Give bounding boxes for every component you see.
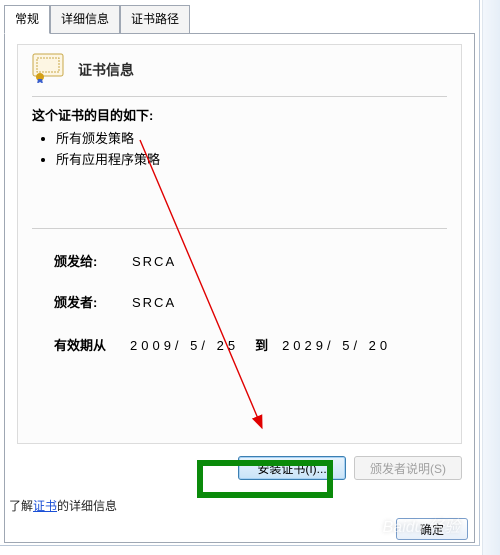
valid-to-label: 到 bbox=[255, 335, 268, 354]
issued-by-label: 颁发者: bbox=[54, 292, 126, 311]
issued-by-value: SRCA bbox=[132, 295, 176, 310]
certificate-info-panel: 证书信息 这个证书的目的如下: 所有颁发策略 所有应用程序策略 颁发给: SRC… bbox=[17, 44, 462, 444]
ok-button[interactable]: 确定 bbox=[396, 518, 468, 540]
valid-to-value: 2029/ 5/ 20 bbox=[282, 338, 391, 353]
tab-bar: 常规 详细信息 证书路径 bbox=[4, 4, 479, 33]
learn-more-suffix: 的详细信息 bbox=[57, 499, 117, 513]
valid-from-label: 有效期从 bbox=[54, 335, 126, 354]
tab-general[interactable]: 常规 bbox=[4, 5, 50, 34]
purpose-list: 所有颁发策略 所有应用程序策略 bbox=[56, 128, 447, 168]
action-button-row: 安装证书(I)... 颁发者说明(S) bbox=[5, 456, 474, 480]
cert-info-title: 证书信息 bbox=[78, 60, 134, 80]
learn-more-prefix: 了解 bbox=[9, 499, 33, 513]
purpose-item: 所有应用程序策略 bbox=[56, 149, 447, 168]
certificate-icon bbox=[32, 53, 68, 86]
tab-certpath[interactable]: 证书路径 bbox=[120, 5, 190, 34]
adjacent-window-edge bbox=[482, 0, 500, 555]
valid-from-value: 2009/ 5/ 25 bbox=[130, 338, 239, 353]
issued-to-label: 颁发给: bbox=[54, 251, 126, 270]
purpose-label: 这个证书的目的如下: bbox=[32, 105, 447, 124]
issuer-statement-button: 颁发者说明(S) bbox=[354, 456, 462, 480]
learn-more-link[interactable]: 证书 bbox=[33, 499, 57, 513]
tab-content-general: 证书信息 这个证书的目的如下: 所有颁发策略 所有应用程序策略 颁发给: SRC… bbox=[4, 33, 475, 543]
install-certificate-button[interactable]: 安装证书(I)... bbox=[238, 456, 346, 480]
learn-more-line: 了解证书的详细信息 bbox=[9, 497, 117, 514]
certificate-dialog: 常规 详细信息 证书路径 证书信息 这个证书的目的如下: 所有颁发策略 bbox=[0, 0, 480, 546]
purpose-item: 所有颁发策略 bbox=[56, 128, 447, 147]
tab-details[interactable]: 详细信息 bbox=[50, 5, 120, 34]
issued-to-value: SRCA bbox=[132, 254, 176, 269]
